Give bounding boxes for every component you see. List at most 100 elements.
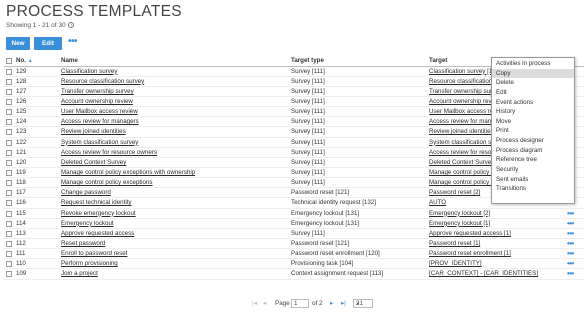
page-title: PROCESS TEMPLATES bbox=[6, 3, 182, 20]
template-name-link[interactable]: Classification survey bbox=[61, 67, 289, 77]
row-checkbox[interactable] bbox=[6, 220, 12, 227]
next-page-icon[interactable]: ▸ bbox=[330, 298, 333, 309]
edit-button[interactable]: Edit bbox=[34, 37, 62, 50]
template-name-link[interactable]: Reset password bbox=[61, 239, 289, 249]
column-header-no[interactable]: No. ▲ bbox=[16, 56, 60, 66]
target-link[interactable]: Password reset [1] bbox=[429, 239, 569, 249]
table-row[interactable]: 110 Perform provisioning Provisioning task… bbox=[4, 259, 584, 270]
table-row[interactable]: 112 Reset password Password reset [121] Pas… bbox=[4, 239, 584, 250]
template-name-link[interactable]: Emergency lockout bbox=[61, 219, 289, 229]
table-row[interactable]: 114 Emergency lockout Emergency lockout [1… bbox=[4, 219, 584, 229]
menu-item-security[interactable]: Security bbox=[492, 165, 574, 175]
row-checkbox[interactable] bbox=[6, 78, 12, 85]
template-name-link[interactable]: Deleted Context Survey bbox=[61, 158, 289, 168]
row-number: 119 bbox=[16, 169, 26, 176]
row-checkbox[interactable] bbox=[6, 119, 12, 126]
table-row[interactable]: 109 Join a project Context assignment requ… bbox=[4, 269, 584, 280]
row-checkbox[interactable] bbox=[6, 261, 12, 268]
row-checkbox[interactable] bbox=[6, 190, 12, 197]
row-checkbox[interactable] bbox=[6, 170, 12, 176]
row-actions-icon[interactable]: ••• bbox=[567, 239, 574, 248]
row-checkbox[interactable] bbox=[6, 99, 12, 106]
first-page-icon[interactable]: |◂ bbox=[252, 298, 257, 309]
menu-item-delete[interactable]: Delete bbox=[492, 78, 574, 88]
row-actions-icon[interactable]: ••• bbox=[567, 209, 574, 218]
row-number: 125 bbox=[16, 108, 27, 116]
row-checkbox[interactable] bbox=[6, 230, 12, 237]
template-name-link[interactable]: Manage control policy exceptions with ow… bbox=[61, 168, 289, 178]
template-name-link[interactable]: Transfer ownership survey bbox=[61, 87, 289, 97]
target-link[interactable]: [CAR_CONTEXT] - [CAR_IDENTITIES] bbox=[429, 269, 569, 279]
menu-item-history[interactable]: History bbox=[492, 107, 574, 117]
info-icon[interactable]: i bbox=[68, 22, 75, 29]
target-link[interactable]: Approve requested access [1] bbox=[429, 229, 569, 239]
row-actions-icon[interactable]: ••• bbox=[567, 249, 574, 258]
menu-item-event-actions[interactable]: Event actions bbox=[492, 98, 574, 108]
target-link[interactable]: Password reset enrollment [1] bbox=[429, 249, 569, 259]
menu-item-move[interactable]: Move bbox=[492, 117, 574, 127]
target-link[interactable]: [PROV_IDENTITY] bbox=[429, 259, 569, 269]
select-all-checkbox[interactable] bbox=[6, 58, 12, 64]
column-header-target-type[interactable]: Target type bbox=[291, 56, 429, 66]
template-name-link[interactable]: Approve requested access bbox=[61, 229, 289, 239]
row-checkbox[interactable] bbox=[6, 149, 12, 156]
menu-item-activities-in-process[interactable]: Activities in process bbox=[492, 59, 574, 69]
page-number-input[interactable]: 1 bbox=[291, 299, 309, 308]
menu-item-process-diagram[interactable]: Process diagram bbox=[492, 146, 574, 156]
row-number: 124 bbox=[16, 118, 27, 126]
menu-item-process-designer[interactable]: Process designer bbox=[492, 136, 574, 146]
row-checkbox[interactable] bbox=[6, 180, 12, 187]
target-type-value: Survey [111] bbox=[291, 77, 325, 85]
menu-item-reference-tree[interactable]: Reference tree bbox=[492, 155, 574, 165]
row-actions-icon[interactable]: ••• bbox=[567, 259, 574, 268]
target-type-value: Password reset [121] bbox=[291, 189, 350, 197]
menu-item-print[interactable]: Print bbox=[492, 126, 574, 136]
template-name-link[interactable]: Access review for resource owners bbox=[61, 148, 289, 158]
row-actions-icon[interactable]: ••• bbox=[567, 219, 574, 228]
template-name-link[interactable]: Request technical identity bbox=[61, 198, 289, 208]
target-link[interactable]: Emergency lockout [2] bbox=[429, 209, 569, 219]
target-type-value: Survey [111] bbox=[291, 98, 325, 106]
row-checkbox[interactable] bbox=[6, 251, 12, 258]
template-name-link[interactable]: Manage control policy exceptions bbox=[61, 178, 289, 188]
row-checkbox[interactable] bbox=[6, 129, 12, 136]
row-checkbox[interactable] bbox=[6, 240, 12, 247]
template-name-link[interactable]: Perform provisioning bbox=[61, 259, 289, 269]
template-name-link[interactable]: Account ownership review bbox=[61, 97, 289, 107]
menu-item-edit[interactable]: Edit bbox=[492, 88, 574, 98]
template-name-link[interactable]: Review joined identities bbox=[61, 127, 289, 137]
template-name-link[interactable]: Revoke emergency lockout bbox=[61, 209, 289, 219]
page-size-select[interactable]: 21 ▼ bbox=[353, 299, 373, 308]
target-link[interactable]: Emergency lockout [1] bbox=[429, 219, 569, 229]
previous-page-icon[interactable]: ◂ bbox=[263, 298, 266, 309]
row-checkbox[interactable] bbox=[6, 200, 12, 207]
more-actions-icon[interactable]: ••• bbox=[68, 37, 82, 50]
row-actions-icon[interactable]: ••• bbox=[567, 229, 574, 238]
table-row[interactable]: 115 Revoke emergency lockout Emergency loc… bbox=[4, 209, 584, 219]
table-row[interactable]: 113 Approve requested access Survey [111] A… bbox=[4, 229, 584, 239]
template-name-link[interactable]: Enroll to password reset bbox=[61, 249, 289, 259]
template-name-link[interactable]: System classification survey bbox=[61, 138, 289, 148]
template-name-link[interactable]: Resource classification survey bbox=[61, 77, 289, 87]
menu-item-copy[interactable]: Copy bbox=[492, 68, 574, 79]
row-checkbox[interactable] bbox=[6, 88, 12, 95]
row-checkbox[interactable] bbox=[6, 68, 12, 75]
column-header-name[interactable]: Name bbox=[61, 56, 289, 66]
row-checkbox[interactable] bbox=[6, 271, 12, 278]
table-row[interactable]: 111 Enroll to password reset Password rese… bbox=[4, 249, 584, 260]
template-name-link[interactable]: Change password bbox=[61, 188, 289, 198]
row-actions-icon[interactable]: ••• bbox=[567, 269, 574, 278]
row-checkbox[interactable] bbox=[6, 109, 12, 116]
row-checkbox[interactable] bbox=[6, 210, 12, 217]
template-name-link[interactable]: Access review for managers bbox=[61, 117, 289, 127]
new-button[interactable]: New bbox=[6, 37, 30, 50]
row-checkbox[interactable] bbox=[6, 159, 12, 166]
row-checkbox[interactable] bbox=[6, 139, 12, 146]
last-page-icon[interactable]: ▸| bbox=[341, 298, 346, 309]
row-number: 128 bbox=[16, 77, 27, 85]
template-name-link[interactable]: Join a project bbox=[61, 269, 289, 279]
menu-item-transitions[interactable]: Transitions bbox=[492, 184, 574, 194]
row-number: 120 bbox=[16, 158, 27, 166]
menu-item-sent-emails[interactable]: Sent emails bbox=[492, 175, 574, 185]
template-name-link[interactable]: User Mailbox access review bbox=[61, 107, 289, 117]
